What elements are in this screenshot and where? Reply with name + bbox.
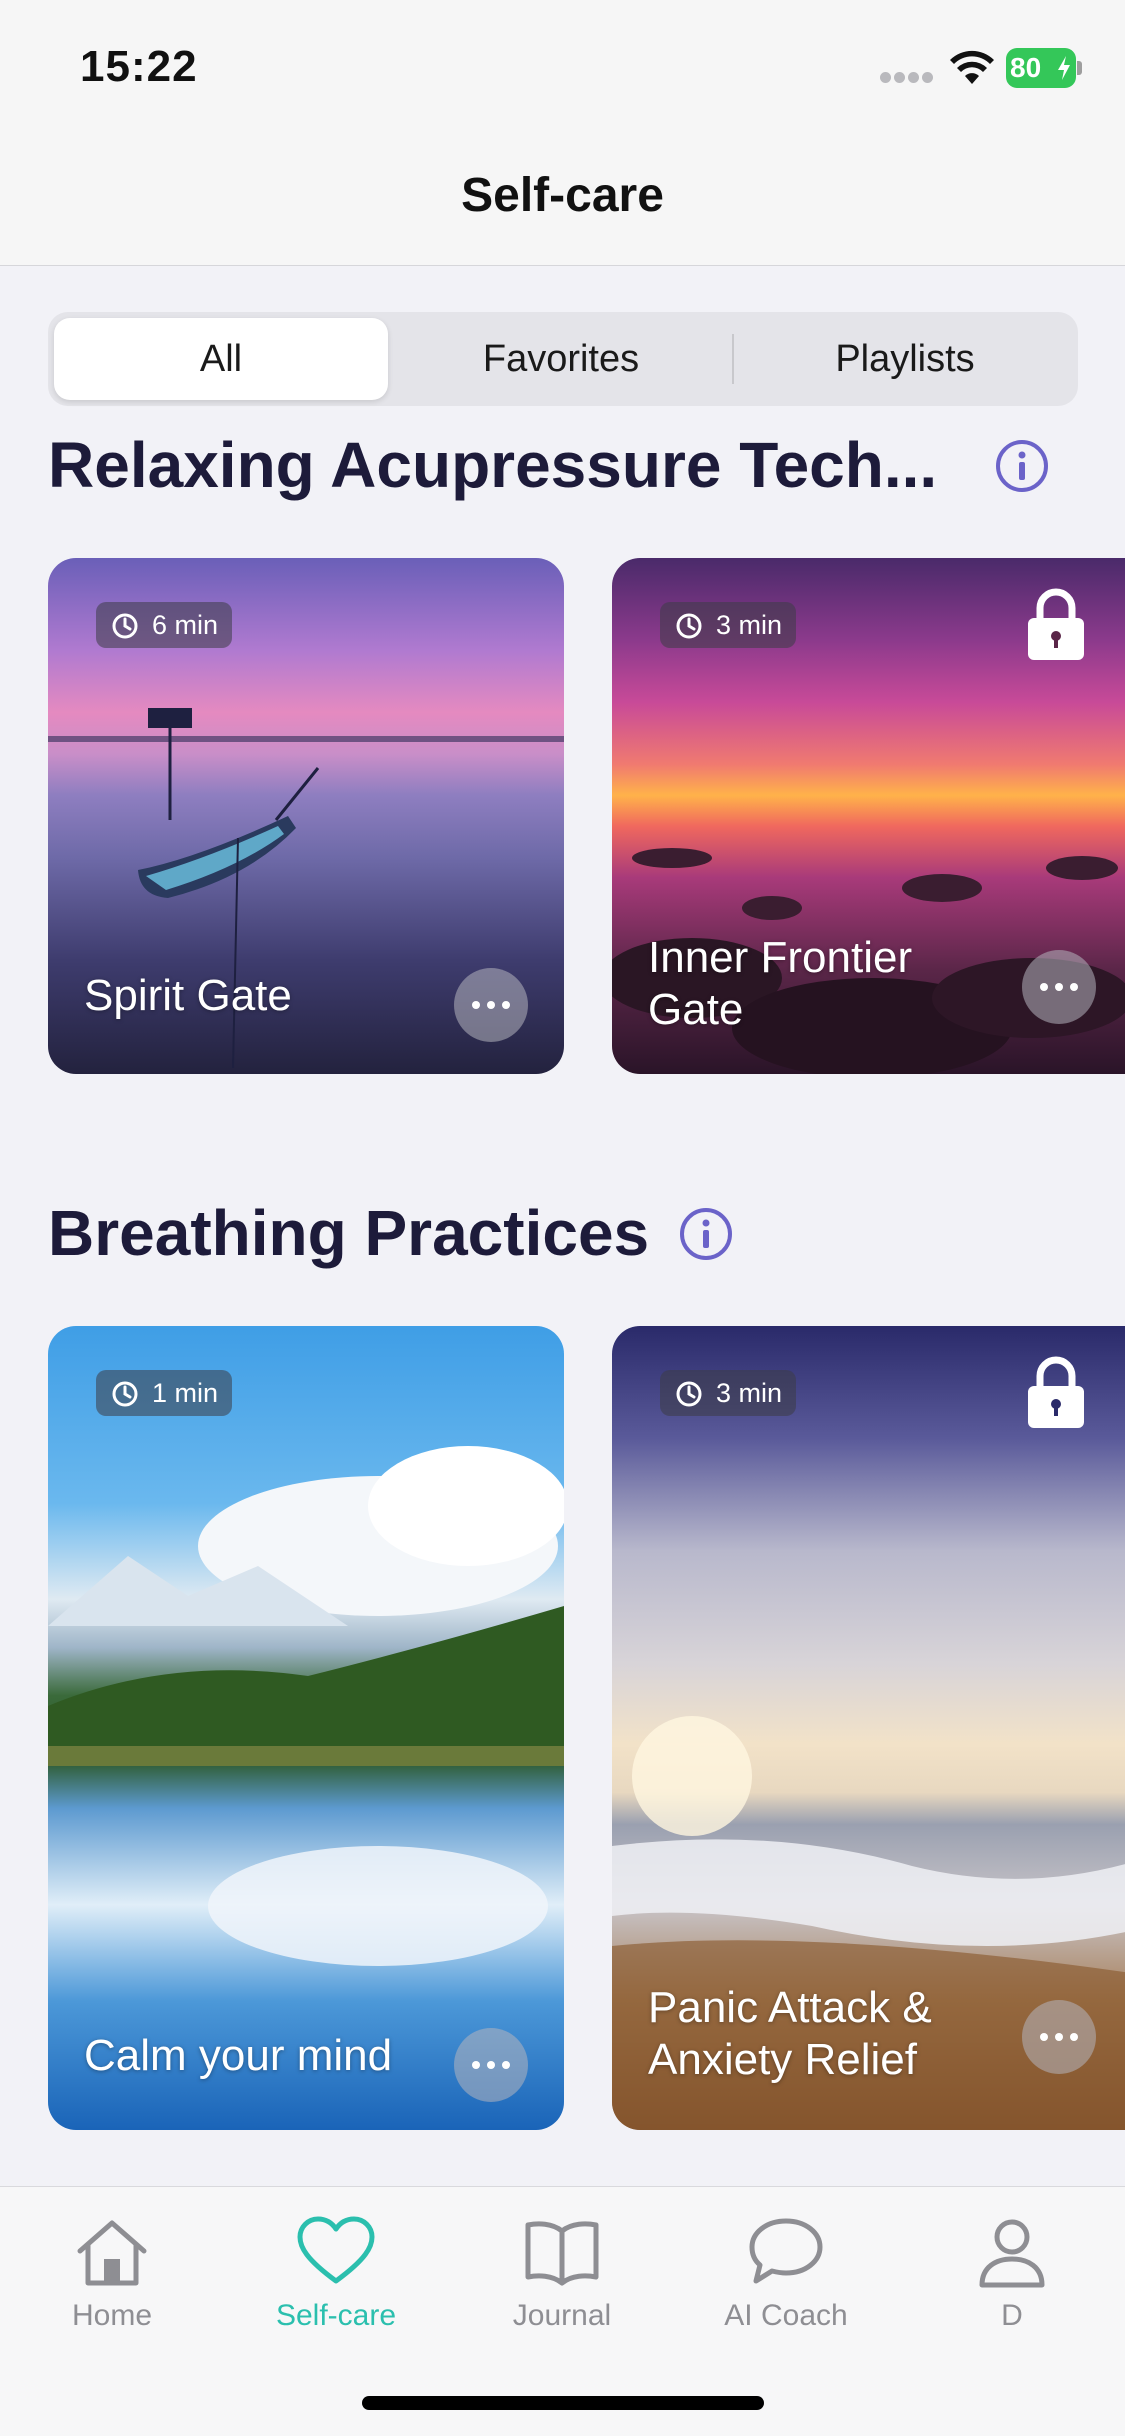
card-calm-your-mind[interactable]: 1 min Calm your mind bbox=[48, 1326, 564, 2130]
mountain-lake-image bbox=[48, 1446, 564, 1966]
duration-badge: 3 min bbox=[660, 1370, 797, 1416]
cellular-signal-icon bbox=[880, 70, 936, 83]
segment-playlists[interactable]: Playlists bbox=[738, 318, 1072, 400]
card-spirit-gate[interactable]: 6 min Spirit Gate bbox=[48, 558, 564, 1074]
tab-home[interactable]: Home bbox=[12, 2215, 212, 2345]
info-icon[interactable] bbox=[994, 438, 1050, 494]
wifi-icon bbox=[950, 50, 994, 84]
home-indicator bbox=[362, 2396, 764, 2410]
timer-icon bbox=[112, 1381, 138, 1407]
charging-bolt-icon bbox=[1058, 56, 1070, 80]
battery-icon: 80 bbox=[1006, 48, 1082, 88]
card-title-line: Anxiety Relief bbox=[648, 2035, 918, 2084]
tab-profile[interactable]: D bbox=[912, 2215, 1112, 2345]
status-time: 15:22 bbox=[80, 42, 198, 91]
more-options-button[interactable] bbox=[1022, 2000, 1096, 2074]
duration-badge: 6 min bbox=[96, 602, 233, 648]
duration-badge: 3 min bbox=[660, 602, 797, 648]
tab-label: D bbox=[1001, 2299, 1023, 2332]
section-title-acupressure: Relaxing Acupressure Tech... bbox=[48, 429, 938, 501]
tab-journal[interactable]: Journal bbox=[462, 2215, 662, 2345]
section-title-breathing: Breathing Practices bbox=[48, 1197, 650, 1269]
lock-icon bbox=[1028, 1356, 1084, 1428]
segment-favorites[interactable]: Favorites bbox=[394, 318, 728, 400]
tab-label: AI Coach bbox=[724, 2299, 848, 2332]
duration-label: 3 min bbox=[716, 609, 783, 640]
card-panic-attack-anxiety-relief[interactable]: 3 min Panic Attack & Anxiety Relief bbox=[612, 1326, 1125, 2130]
card-title-line: Gate bbox=[648, 985, 744, 1034]
duration-label: 6 min bbox=[152, 609, 219, 640]
info-icon[interactable] bbox=[678, 1206, 734, 1262]
segmented-control: All Favorites Playlists bbox=[48, 312, 1078, 406]
duration-label: 3 min bbox=[716, 1377, 783, 1408]
navigation-bar: Self-care bbox=[0, 140, 1125, 266]
card-title: Calm your mind bbox=[84, 2031, 393, 2080]
segment-divider bbox=[732, 334, 734, 384]
book-icon bbox=[525, 2221, 599, 2286]
tab-ai-coach[interactable]: AI Coach bbox=[686, 2215, 886, 2345]
more-options-button[interactable] bbox=[454, 968, 528, 1042]
person-icon bbox=[979, 2219, 1045, 2288]
card-title: Panic Attack & Anxiety Relief bbox=[648, 1982, 932, 2086]
card-inner-frontier-gate[interactable]: 3 min Inner Frontier Gate bbox=[612, 558, 1125, 1074]
duration-badge: 1 min bbox=[96, 1370, 233, 1416]
tab-label: Journal bbox=[512, 2299, 612, 2332]
timer-icon bbox=[112, 613, 138, 639]
card-title: Spirit Gate bbox=[84, 971, 292, 1020]
duration-label: 1 min bbox=[152, 1377, 219, 1408]
page-title: Self-care bbox=[461, 169, 664, 222]
heart-icon bbox=[297, 2216, 375, 2284]
more-options-button[interactable] bbox=[454, 2028, 528, 2102]
card-title-line: Inner Frontier bbox=[648, 933, 913, 982]
app-screen: 15:22 80 Self-care All Favorites Playlis… bbox=[0, 0, 1125, 2436]
card-title-line: Panic Attack & bbox=[648, 1983, 932, 2032]
battery-level: 80 bbox=[1010, 52, 1042, 83]
lock-icon bbox=[1028, 588, 1084, 660]
card-title: Inner Frontier Gate bbox=[648, 932, 912, 1036]
segment-all[interactable]: All bbox=[54, 318, 388, 400]
timer-icon bbox=[676, 1381, 702, 1407]
tab-self-care[interactable]: Self-care bbox=[236, 2215, 436, 2345]
timer-icon bbox=[676, 613, 702, 639]
tab-label: Self-care bbox=[275, 2299, 397, 2332]
chat-bubble-icon bbox=[749, 2218, 823, 2284]
house-icon bbox=[77, 2220, 147, 2286]
tab-label: Home bbox=[71, 2299, 153, 2332]
more-options-button[interactable] bbox=[1022, 950, 1096, 1024]
status-bar: 15:22 80 bbox=[0, 0, 1125, 140]
